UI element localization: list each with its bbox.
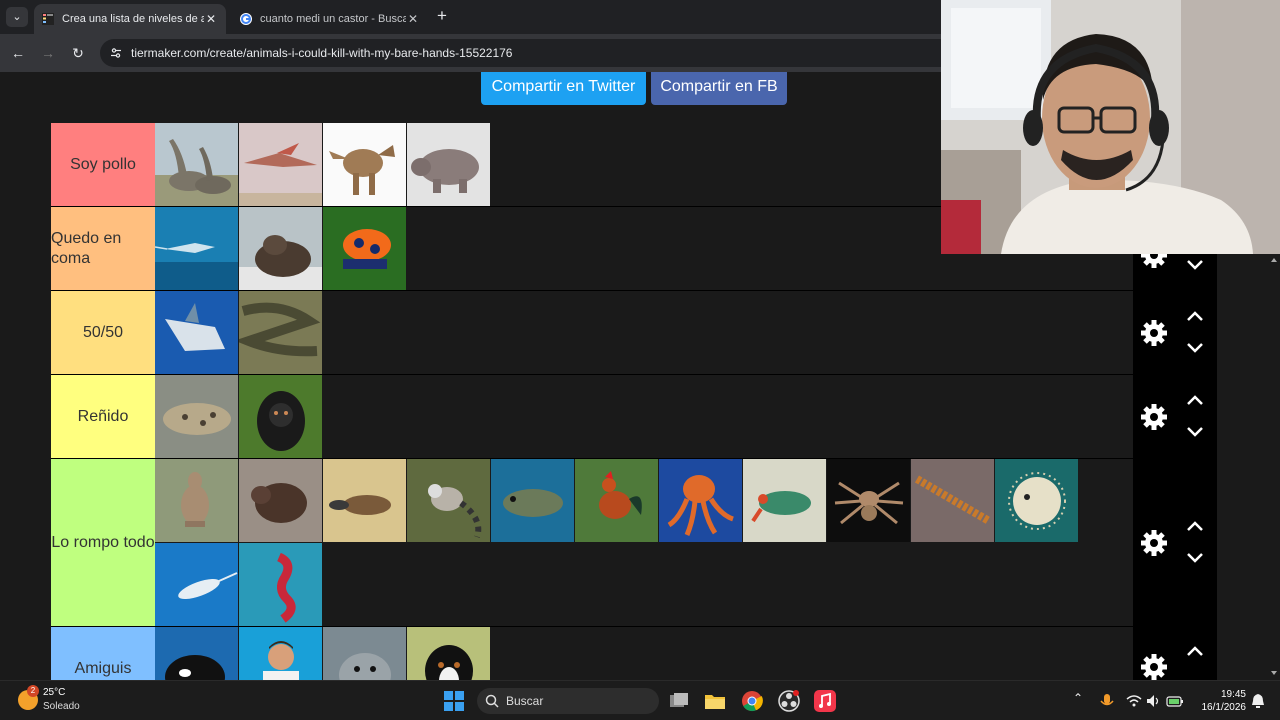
tier-row: 50/50: [51, 291, 1133, 375]
tier-label[interactable]: 50/50: [51, 291, 155, 374]
tier-item-swordfish[interactable]: [155, 207, 238, 290]
tier-settings-gear-icon[interactable]: [1139, 528, 1169, 558]
tab-google-search[interactable]: cuanto medi un castor - Buscar ✕: [232, 4, 428, 34]
tab-search-dropdown[interactable]: ⌄: [6, 7, 28, 27]
tier-settings-gear-icon[interactable]: [1139, 318, 1169, 348]
tier-row: Lo rompo todo: [51, 459, 1133, 627]
tier-item-pufferfish[interactable]: [995, 459, 1078, 542]
tab-tiermaker[interactable]: Crea una lista de niveles de ani ✕: [34, 4, 226, 34]
tier-row: Amiguis: [51, 627, 1133, 680]
forward-button[interactable]: →: [38, 43, 58, 63]
move-tier-down-chevron-icon[interactable]: [1185, 258, 1205, 272]
tiermaker-favicon-icon: [42, 13, 54, 25]
wifi-icon[interactable]: [1126, 693, 1142, 709]
google-favicon-icon: [240, 13, 252, 25]
tier-label[interactable]: Quedo en coma: [51, 207, 155, 290]
tier-item-dinosaur[interactable]: [323, 123, 406, 206]
tier-item-kangaroo[interactable]: [155, 459, 238, 542]
tier-item-pterodactyl[interactable]: [239, 123, 322, 206]
task-view-icon[interactable]: [667, 689, 691, 713]
tab-title: Crea una lista de niveles de ani: [62, 13, 204, 25]
move-tier-down-chevron-icon[interactable]: [1185, 551, 1205, 565]
clock-time: 19:45: [1220, 689, 1246, 700]
tier-item-seahorse[interactable]: [239, 543, 322, 626]
tier-item-walrus[interactable]: [239, 207, 322, 290]
tier-item-tarantula[interactable]: [827, 459, 910, 542]
battery-icon[interactable]: [1166, 693, 1184, 709]
tier-label[interactable]: Reñido: [51, 375, 155, 458]
apple-music-icon[interactable]: [813, 689, 837, 713]
tray-overflow-chevron-icon[interactable]: ⌃: [1073, 691, 1083, 711]
tier-item-macaque[interactable]: [239, 375, 322, 458]
tier-item-dog[interactable]: [407, 627, 490, 680]
tier-item-shark[interactable]: [155, 291, 238, 374]
notifications-icon[interactable]: [1250, 693, 1266, 709]
file-explorer-icon[interactable]: [703, 689, 727, 713]
share-twitter-button[interactable]: Compartir en Twitter: [481, 72, 646, 105]
weather-notification-badge: 2: [27, 685, 39, 697]
tier-item-lemur[interactable]: [407, 459, 490, 542]
tier-item-beaver[interactable]: [239, 459, 322, 542]
tab-title: cuanto medi un castor - Buscar: [260, 13, 406, 25]
move-tier-down-chevron-icon[interactable]: [1185, 425, 1205, 439]
microphone-icon[interactable]: [1098, 692, 1116, 710]
move-tier-up-chevron-icon[interactable]: [1185, 519, 1205, 533]
move-tier-up-chevron-icon[interactable]: [1185, 393, 1205, 407]
weather-temperature[interactable]: 25°C: [43, 687, 65, 698]
tab-close-icon[interactable]: ✕: [406, 12, 420, 26]
tier-item-rooster[interactable]: [575, 459, 658, 542]
webcam-image: [941, 0, 1280, 254]
reload-button[interactable]: ↻: [68, 43, 88, 63]
tier-item-mantis-shrimp[interactable]: [743, 459, 826, 542]
scroll-down-arrow-icon[interactable]: [1269, 668, 1279, 678]
tier-settings-gear-icon[interactable]: [1139, 402, 1169, 432]
windows-start-icon[interactable]: [442, 689, 466, 713]
webcam-overlay: [941, 0, 1280, 254]
tier-item-anaconda[interactable]: [239, 291, 322, 374]
tier-item-octopus[interactable]: [659, 459, 742, 542]
tier-item-grouper[interactable]: [491, 459, 574, 542]
tier-settings-gear-icon[interactable]: [1139, 652, 1169, 680]
windows-taskbar: 2 25°C Soleado Buscar ⌃ 19:45 16/1/2026: [0, 680, 1280, 720]
tier-item-seal[interactable]: [323, 627, 406, 680]
weather-condition[interactable]: Soleado: [43, 701, 80, 712]
move-tier-up-chevron-icon[interactable]: [1185, 309, 1205, 323]
tier-row: Reñido: [51, 375, 1133, 459]
tier-item-leopard-shark[interactable]: [155, 375, 238, 458]
tier-item-orca[interactable]: [155, 627, 238, 680]
tier-item-man[interactable]: [239, 627, 322, 680]
tier-item-brachiosaurus[interactable]: [155, 123, 238, 206]
tier-item-hippo[interactable]: [407, 123, 490, 206]
address-bar[interactable]: tiermaker.com/create/animals-i-could-kil…: [100, 39, 960, 67]
tier-label[interactable]: Lo rompo todo: [51, 459, 155, 626]
new-tab-button[interactable]: +: [432, 6, 452, 26]
tier-label[interactable]: Amiguis: [51, 627, 155, 680]
move-tier-up-chevron-icon[interactable]: [1185, 644, 1205, 658]
obs-studio-icon[interactable]: [777, 689, 801, 713]
tier-item-narwhal[interactable]: [155, 543, 238, 626]
tab-close-icon[interactable]: ✕: [204, 12, 218, 26]
back-button[interactable]: ←: [8, 43, 28, 63]
taskbar-clock[interactable]: 19:45 16/1/2026: [1190, 688, 1247, 714]
search-icon: [485, 694, 499, 708]
search-label: Buscar: [506, 694, 544, 708]
clock-date: 16/1/2026: [1201, 702, 1247, 713]
url-text: tiermaker.com/create/animals-i-could-kil…: [131, 46, 513, 60]
tier-item-platypus[interactable]: [323, 459, 406, 542]
taskbar-search-box[interactable]: Buscar: [477, 688, 659, 714]
tier-item-poison-dart-frog[interactable]: [323, 207, 406, 290]
chrome-icon[interactable]: [740, 689, 764, 713]
volume-icon[interactable]: [1145, 693, 1161, 709]
site-info-icon[interactable]: [110, 47, 122, 59]
move-tier-down-chevron-icon[interactable]: [1185, 341, 1205, 355]
tier-label[interactable]: Soy pollo: [51, 123, 155, 206]
scroll-up-arrow-icon[interactable]: [1269, 255, 1279, 265]
share-facebook-button[interactable]: Compartir en FB: [651, 72, 787, 105]
tier-item-centipede[interactable]: [911, 459, 994, 542]
